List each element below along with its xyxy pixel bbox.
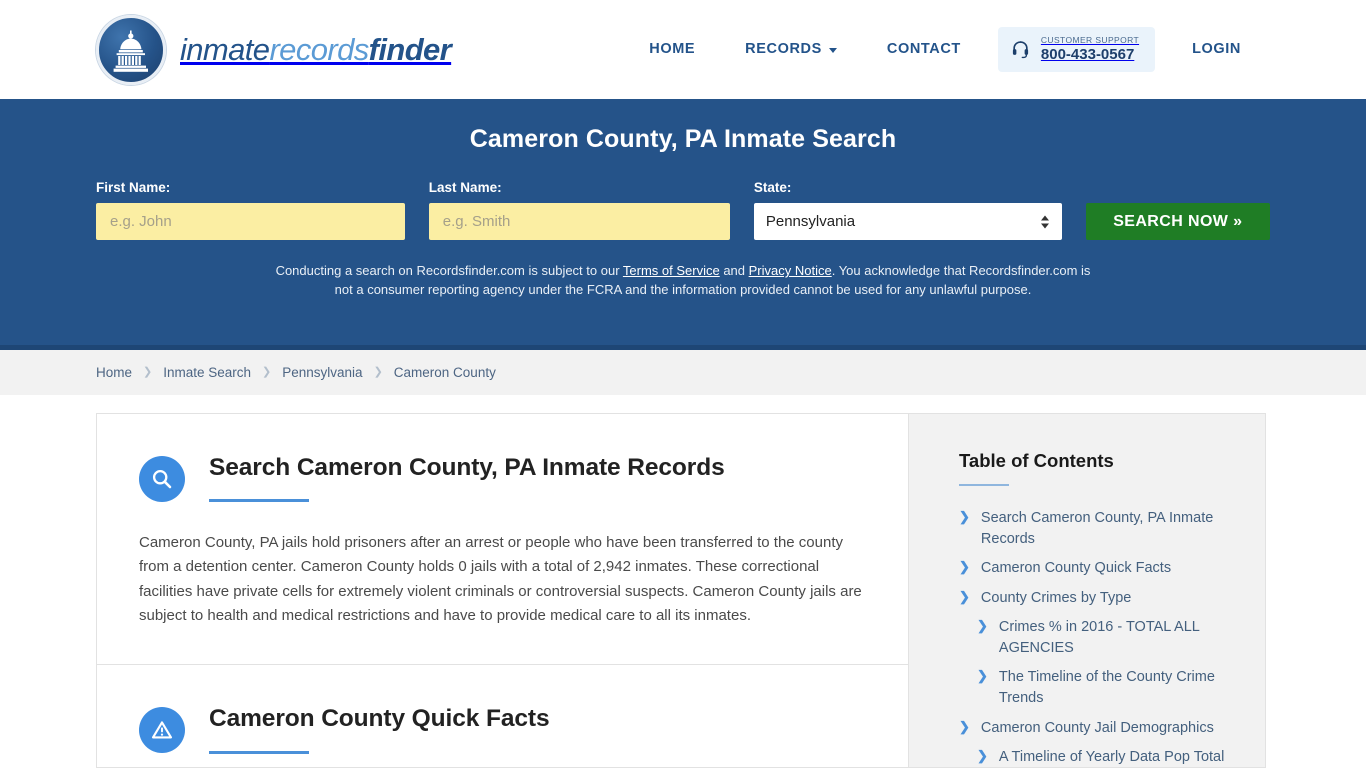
chevron-down-icon — [828, 47, 837, 53]
toc-link[interactable]: Search Cameron County, PA Inmate Records — [981, 508, 1235, 549]
toc-link[interactable]: A Timeline of Yearly Data Pop Total from… — [999, 747, 1235, 768]
toc-item[interactable]: ❯ A Timeline of Yearly Data Pop Total fr… — [959, 747, 1235, 768]
page-body: Search Cameron County, PA Inmate Records… — [0, 395, 1366, 768]
logo-word-records: records — [269, 32, 369, 67]
capitol-dome-icon — [96, 14, 166, 85]
chevron-right-icon: ❯ — [143, 366, 153, 378]
section-header: Search Cameron County, PA Inmate Records — [139, 454, 866, 503]
chevron-right-icon: ❯ — [262, 366, 272, 378]
chevron-right-icon: ❯ — [959, 588, 970, 604]
toc-list: ❯ Search Cameron County, PA Inmate Recor… — [959, 508, 1235, 768]
table-of-contents-sidebar: Table of Contents ❯ Search Cameron Count… — [908, 413, 1266, 768]
warning-triangle-glyph — [151, 721, 173, 739]
chevron-right-icon: ❯ — [977, 668, 988, 684]
first-name-input[interactable] — [96, 203, 405, 240]
nav-contact[interactable]: CONTACT — [862, 41, 986, 57]
breadcrumb-item-pennsylvania[interactable]: Pennsylvania — [282, 365, 362, 380]
last-name-input[interactable] — [428, 203, 730, 240]
nav-login-label: LOGIN — [1192, 41, 1241, 58]
disclaimer-text-2: and — [719, 263, 749, 278]
support-text: CUSTOMER SUPPORT 800-433-0567 — [1040, 34, 1140, 63]
page-title: Cameron County, PA Inmate Search — [469, 125, 897, 153]
breadcrumb: Home ❯ Inmate Search ❯ Pennsylvania ❯ Ca… — [96, 365, 496, 380]
section-title-wrap: Cameron County Quick Facts — [209, 705, 866, 754]
headset-icon — [1012, 41, 1028, 59]
section-quick-facts: Cameron County Quick Facts — [97, 664, 908, 768]
logo-word-inmate: inmate — [180, 32, 270, 67]
breadcrumb-band: Home ❯ Inmate Search ❯ Pennsylvania ❯ Ca… — [0, 350, 1366, 395]
support-phone: 800-433-0567 — [1040, 45, 1135, 63]
hero-search-section: Cameron County, PA Inmate Search First N… — [0, 99, 1366, 350]
nav-records-label: RECORDS — [745, 41, 822, 58]
chevron-right-icon: ❯ — [977, 748, 988, 764]
logo-word-finder: finder — [368, 32, 452, 67]
breadcrumb-item-cameron-county: Cameron County — [393, 365, 496, 380]
toc-item[interactable]: ❯ The Timeline of the County Crime Trend… — [959, 667, 1235, 708]
nav-home-label: HOME — [649, 41, 696, 58]
toc-item[interactable]: ❯ County Crimes by Type — [959, 588, 1235, 609]
search-now-button[interactable]: SEARCH NOW » — [1085, 203, 1270, 240]
toc-item[interactable]: ❯ Cameron County Jail Demographics — [959, 718, 1235, 739]
alert-triangle-circle-icon — [139, 707, 185, 754]
main-content-card: Search Cameron County, PA Inmate Records… — [96, 413, 908, 768]
customer-support-button[interactable]: CUSTOMER SUPPORT 800-433-0567 — [997, 26, 1156, 72]
toc-link[interactable]: County Crimes by Type — [981, 588, 1131, 609]
inmate-search-form: First Name: Last Name: State: Pennsylvan… — [96, 180, 1270, 240]
toc-item[interactable]: ❯ Cameron County Quick Facts — [959, 558, 1235, 579]
state-label: State: — [753, 180, 792, 195]
toc-link[interactable]: Crimes % in 2016 - TOTAL ALL AGENCIES — [999, 617, 1235, 658]
chevron-right-icon: ❯ — [959, 559, 970, 575]
support-label: CUSTOMER SUPPORT — [1040, 34, 1140, 45]
toc-title: Table of Contents — [959, 450, 1114, 471]
search-circle-icon — [139, 456, 185, 502]
toc-item[interactable]: ❯ Search Cameron County, PA Inmate Recor… — [959, 508, 1235, 549]
title-accent-rule — [209, 499, 309, 503]
search-disclaimer: Conducting a search on Recordsfinder.com… — [268, 262, 1098, 300]
last-name-field-group: Last Name: — [428, 180, 730, 240]
terms-of-service-link[interactable]: Terms of Service — [623, 263, 720, 278]
section-search-records: Search Cameron County, PA Inmate Records… — [97, 414, 908, 664]
breadcrumb-item-inmate-search[interactable]: Inmate Search — [163, 365, 251, 380]
toc-link[interactable]: The Timeline of the County Crime Trends — [999, 667, 1235, 708]
main-navigation: HOME RECORDS CONTACT CUSTOMER SUPPORT 80… — [624, 26, 1266, 72]
section-title-wrap: Search Cameron County, PA Inmate Records — [209, 454, 866, 503]
privacy-notice-link[interactable]: Privacy Notice — [749, 263, 832, 278]
breadcrumb-item-home[interactable]: Home — [96, 365, 132, 380]
last-name-label: Last Name: — [428, 180, 502, 195]
state-field-group: State: Pennsylvania — [753, 180, 1062, 240]
toc-accent-rule — [959, 484, 1009, 486]
toc-link[interactable]: Cameron County Jail Demographics — [981, 718, 1214, 739]
chevron-right-icon: ❯ — [373, 366, 383, 378]
chevron-right-icon: ❯ — [959, 509, 970, 524]
nav-home[interactable]: HOME — [624, 41, 720, 57]
capitol-dome-glyph — [113, 30, 148, 72]
site-header: inmaterecordsfinder HOME RECORDS CONTACT… — [0, 0, 1366, 99]
first-name-label: First Name: — [96, 180, 171, 195]
section-header: Cameron County Quick Facts — [139, 705, 866, 754]
chevron-right-icon: ❯ — [959, 718, 970, 734]
first-name-field-group: First Name: — [96, 180, 405, 240]
section-title: Search Cameron County, PA Inmate Records — [209, 454, 725, 481]
nav-records[interactable]: RECORDS — [720, 41, 862, 57]
nav-login[interactable]: LOGIN — [1167, 41, 1266, 57]
section-title: Cameron County Quick Facts — [209, 705, 550, 733]
disclaimer-text-1: Conducting a search on Recordsfinder.com… — [275, 263, 623, 278]
state-select-wrap: Pennsylvania — [753, 203, 1062, 240]
nav-contact-label: CONTACT — [886, 41, 961, 58]
toc-item[interactable]: ❯ Crimes % in 2016 - TOTAL ALL AGENCIES — [959, 617, 1235, 658]
chevron-right-icon: ❯ — [977, 618, 988, 634]
site-logo[interactable]: inmaterecordsfinder — [96, 14, 452, 85]
title-accent-rule — [209, 750, 309, 754]
section-body-text: Cameron County, PA jails hold prisoners … — [139, 534, 862, 625]
logo-wordmark: inmaterecordsfinder — [180, 32, 452, 67]
toc-link[interactable]: Cameron County Quick Facts — [981, 558, 1171, 579]
state-select[interactable]: Pennsylvania — [753, 203, 1062, 240]
magnifier-glyph — [152, 469, 172, 489]
